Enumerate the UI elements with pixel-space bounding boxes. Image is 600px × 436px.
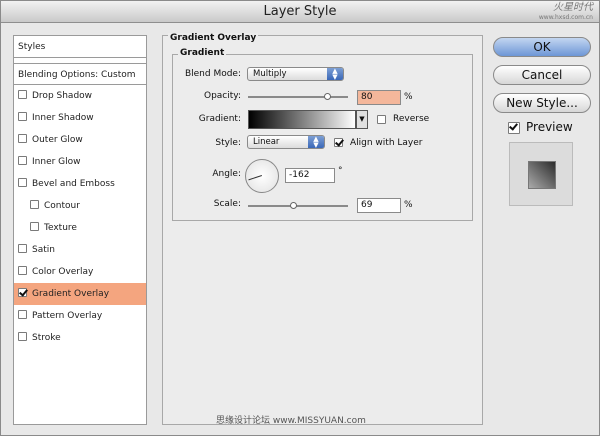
style-item-outer-glow[interactable]: Outer Glow (14, 129, 146, 151)
style-item-inner-shadow[interactable]: Inner Shadow (14, 107, 146, 129)
style-item-checkbox[interactable] (18, 178, 27, 187)
select-arrows-icon: ▲ ▼ (327, 68, 343, 81)
gradient-swatch[interactable] (248, 110, 356, 129)
opacity-field[interactable]: 80 (357, 90, 401, 105)
window-title: Layer Style (263, 4, 337, 19)
style-item-checkbox[interactable] (18, 244, 27, 253)
styles-header[interactable]: Styles (14, 36, 146, 58)
subgroup-title: Gradient (178, 48, 227, 58)
scale-slider-thumb[interactable] (290, 202, 297, 209)
style-item-label: Pattern Overlay (32, 311, 103, 321)
style-item-checkbox[interactable] (30, 222, 39, 231)
style-item-label: Stroke (32, 333, 61, 343)
reverse-label: Reverse (393, 114, 430, 124)
angle-unit: ° (338, 166, 343, 176)
angle-label: Angle: (212, 169, 241, 179)
angle-dial-needle (248, 175, 262, 181)
style-item-label: Satin (32, 245, 55, 255)
style-item-checkbox[interactable] (18, 266, 27, 275)
opacity-unit: % (404, 92, 413, 102)
style-item-label: Texture (44, 223, 77, 233)
scale-field[interactable]: 69 (357, 198, 401, 213)
style-item-satin[interactable]: Satin (14, 239, 146, 261)
style-item-color-overlay[interactable]: Color Overlay (14, 261, 146, 283)
style-item-label: Inner Shadow (32, 113, 94, 123)
style-item-checkbox[interactable] (18, 112, 27, 121)
styles-header-label: Styles (18, 42, 46, 52)
style-item-checkbox[interactable] (18, 156, 27, 165)
blending-options-label: Blending Options: Custom (18, 70, 136, 80)
style-item-contour[interactable]: Contour (14, 195, 146, 217)
blend-mode-select[interactable]: Multiply ▲ ▼ (247, 67, 344, 81)
new-style-button[interactable]: New Style... (493, 93, 591, 113)
style-item-texture[interactable]: Texture (14, 217, 146, 239)
style-select[interactable]: Linear ▲ ▼ (247, 135, 325, 149)
site-logo: 火星时代 www.hxsd.com.cn (539, 3, 593, 23)
styles-panel: Styles Blending Options: Custom Drop Sha… (13, 35, 147, 425)
preview-swatch (528, 161, 556, 189)
angle-field[interactable]: -162 (285, 168, 335, 183)
style-item-checkbox[interactable] (18, 288, 27, 297)
style-item-label: Inner Glow (32, 157, 81, 167)
style-item-label: Outer Glow (32, 135, 83, 145)
group-title: Gradient Overlay (168, 33, 259, 43)
blend-mode-label: Blend Mode: (184, 69, 241, 79)
opacity-slider[interactable] (248, 96, 348, 98)
preview-checkbox[interactable] (508, 122, 520, 134)
style-item-label: Color Overlay (32, 267, 94, 277)
style-item-pattern-overlay[interactable]: Pattern Overlay (14, 305, 146, 327)
style-item-drop-shadow[interactable]: Drop Shadow (14, 85, 146, 107)
style-value: Linear (253, 137, 280, 147)
scale-unit: % (404, 200, 413, 210)
preview-label: Preview (526, 120, 573, 134)
style-item-label: Drop Shadow (32, 91, 93, 101)
style-label: Style: (215, 138, 241, 148)
style-item-checkbox[interactable] (30, 200, 39, 209)
style-item-checkbox[interactable] (18, 90, 27, 99)
watermark: 思缘设计论坛 www.MISSYUAN.com (216, 416, 366, 426)
style-item-label: Bevel and Emboss (32, 179, 115, 189)
style-item-gradient-overlay[interactable]: Gradient Overlay (14, 283, 146, 305)
logo-url: www.hxsd.com.cn (538, 14, 593, 21)
logo-text: 火星时代 (553, 2, 593, 13)
cancel-button[interactable]: Cancel (493, 65, 591, 85)
style-item-inner-glow[interactable]: Inner Glow (14, 151, 146, 173)
reverse-checkbox[interactable] (377, 115, 386, 124)
layer-style-dialog: Layer Style 火星时代 www.hxsd.com.cn Styles … (0, 0, 600, 436)
ok-button[interactable]: OK (493, 37, 591, 57)
scale-label: Scale: (213, 199, 241, 209)
blending-options[interactable]: Blending Options: Custom (14, 63, 146, 85)
opacity-label: Opacity: (204, 91, 241, 101)
style-item-checkbox[interactable] (18, 310, 27, 319)
preview-thumbnail (509, 142, 573, 206)
scale-slider[interactable] (248, 205, 348, 207)
style-item-checkbox[interactable] (18, 332, 27, 341)
opacity-slider-thumb[interactable] (324, 93, 331, 100)
style-item-bevel-and-emboss[interactable]: Bevel and Emboss (14, 173, 146, 195)
style-item-stroke[interactable]: Stroke (14, 327, 146, 349)
gradient-dropdown-icon[interactable]: ▼ (356, 110, 368, 129)
select-arrows-icon: ▲ ▼ (308, 136, 324, 149)
style-item-label: Contour (44, 201, 80, 211)
blend-mode-value: Multiply (253, 69, 287, 79)
style-item-checkbox[interactable] (18, 134, 27, 143)
align-with-layer-label: Align with Layer (350, 138, 423, 148)
style-item-label: Gradient Overlay (32, 289, 110, 299)
align-with-layer-checkbox[interactable] (334, 138, 343, 147)
angle-dial[interactable] (245, 159, 279, 193)
title-bar: Layer Style (1, 1, 599, 23)
gradient-label: Gradient: (198, 114, 241, 124)
